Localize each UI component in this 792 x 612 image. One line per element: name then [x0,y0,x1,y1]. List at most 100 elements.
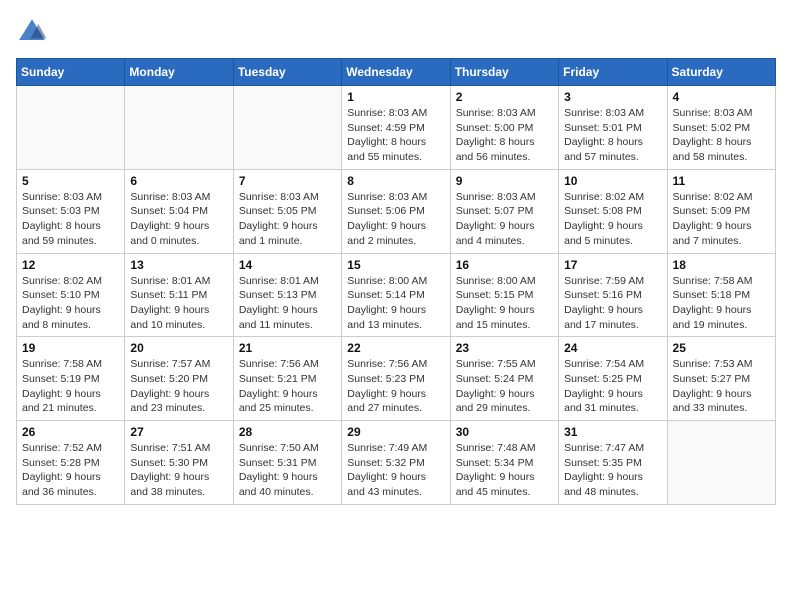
calendar-cell: 9 Sunrise: 8:03 AM Sunset: 5:07 PM Daylig… [450,169,558,253]
day-number: 31 [564,425,661,439]
day-info: Sunrise: 8:03 AM Sunset: 4:59 PM Dayligh… [347,106,444,165]
calendar-cell [17,86,125,170]
day-number: 16 [456,258,553,272]
calendar-cell: 29Sunrise: 7:49 AM Sunset: 5:32 PM Dayli… [342,421,450,505]
weekday-header-thursday: Thursday [450,59,558,86]
calendar-cell: 25 Sunrise: 7:53 AM Sunset: 5:27 PM Dayli… [667,337,775,421]
weekday-header-tuesday: Tuesday [233,59,341,86]
calendar-cell: 3 Sunrise: 8:03 AM Sunset: 5:01 PM Daylig… [559,86,667,170]
day-number: 25 [673,341,770,355]
day-number: 6 [130,174,227,188]
day-info: Sunrise: 8:03 AM Sunset: 5:01 PM Dayligh… [564,106,661,165]
day-info: Sunrise: 7:58 AM Sunset: 5:18 PM Dayligh… [673,274,770,333]
day-number: 22 [347,341,444,355]
day-number: 13 [130,258,227,272]
day-info: Sunrise: 8:02 AM Sunset: 5:09 PM Dayligh… [673,190,770,249]
calendar-cell: 13 Sunrise: 8:01 AM Sunset: 5:11 PM Dayli… [125,253,233,337]
day-number: 24 [564,341,661,355]
weekday-header-monday: Monday [125,59,233,86]
calendar-week-row: 5Sunrise: 8:03 AM Sunset: 5:03 PM Daylig… [17,169,776,253]
day-info: Sunrise: 8:02 AM Sunset: 5:08 PM Dayligh… [564,190,661,249]
calendar-table: SundayMondayTuesdayWednesdayThursdayFrid… [16,58,776,505]
calendar-cell: 4Sunrise: 8:03 AM Sunset: 5:02 PM Daylig… [667,86,775,170]
day-number: 8 [347,174,444,188]
calendar-cell: 11 Sunrise: 8:02 AM Sunset: 5:09 PM Dayli… [667,169,775,253]
calendar-cell: 2 Sunrise: 8:03 AM Sunset: 5:00 PM Daylig… [450,86,558,170]
day-number: 2 [456,90,553,104]
day-info: Sunrise: 7:50 AM Sunset: 5:31 PM Dayligh… [239,441,336,500]
calendar-cell: 20 Sunrise: 7:57 AM Sunset: 5:20 PM Dayli… [125,337,233,421]
day-info: Sunrise: 8:03 AM Sunset: 5:07 PM Dayligh… [456,190,553,249]
day-info: Sunrise: 7:52 AM Sunset: 5:28 PM Dayligh… [22,441,119,500]
calendar-cell: 8 Sunrise: 8:03 AM Sunset: 5:06 PM Daylig… [342,169,450,253]
day-info: Sunrise: 8:01 AM Sunset: 5:11 PM Dayligh… [130,274,227,333]
day-number: 9 [456,174,553,188]
day-info: Sunrise: 7:56 AM Sunset: 5:23 PM Dayligh… [347,357,444,416]
calendar-cell: 6 Sunrise: 8:03 AM Sunset: 5:04 PM Daylig… [125,169,233,253]
calendar-cell: 5Sunrise: 8:03 AM Sunset: 5:03 PM Daylig… [17,169,125,253]
day-info: Sunrise: 7:47 AM Sunset: 5:35 PM Dayligh… [564,441,661,500]
day-info: Sunrise: 8:03 AM Sunset: 5:02 PM Dayligh… [673,106,770,165]
day-number: 18 [673,258,770,272]
calendar-cell: 21 Sunrise: 7:56 AM Sunset: 5:21 PM Dayli… [233,337,341,421]
day-number: 1 [347,90,444,104]
calendar-week-row: 19 Sunrise: 7:58 AM Sunset: 5:19 PM Dayli… [17,337,776,421]
calendar-cell: 22 Sunrise: 7:56 AM Sunset: 5:23 PM Dayli… [342,337,450,421]
calendar-week-row: 12 Sunrise: 8:02 AM Sunset: 5:10 PM Dayli… [17,253,776,337]
calendar-week-row: 26 Sunrise: 7:52 AM Sunset: 5:28 PM Dayli… [17,421,776,505]
calendar-cell: 24Sunrise: 7:54 AM Sunset: 5:25 PM Dayli… [559,337,667,421]
page-header [16,16,776,48]
day-info: Sunrise: 8:03 AM Sunset: 5:05 PM Dayligh… [239,190,336,249]
calendar-cell [125,86,233,170]
calendar-cell: 18 Sunrise: 7:58 AM Sunset: 5:18 PM Dayli… [667,253,775,337]
calendar-cell: 10 Sunrise: 8:02 AM Sunset: 5:08 PM Dayli… [559,169,667,253]
day-info: Sunrise: 8:00 AM Sunset: 5:15 PM Dayligh… [456,274,553,333]
day-info: Sunrise: 7:56 AM Sunset: 5:21 PM Dayligh… [239,357,336,416]
calendar-cell: 17 Sunrise: 7:59 AM Sunset: 5:16 PM Dayli… [559,253,667,337]
day-number: 5 [22,174,119,188]
day-info: Sunrise: 7:55 AM Sunset: 5:24 PM Dayligh… [456,357,553,416]
day-info: Sunrise: 8:01 AM Sunset: 5:13 PM Dayligh… [239,274,336,333]
day-number: 26 [22,425,119,439]
day-info: Sunrise: 8:03 AM Sunset: 5:06 PM Dayligh… [347,190,444,249]
day-info: Sunrise: 7:57 AM Sunset: 5:20 PM Dayligh… [130,357,227,416]
day-number: 19 [22,341,119,355]
day-number: 28 [239,425,336,439]
calendar-cell: 1 Sunrise: 8:03 AM Sunset: 4:59 PM Daylig… [342,86,450,170]
calendar-cell: 23 Sunrise: 7:55 AM Sunset: 5:24 PM Dayli… [450,337,558,421]
day-number: 3 [564,90,661,104]
calendar-cell: 31 Sunrise: 7:47 AM Sunset: 5:35 PM Dayli… [559,421,667,505]
calendar-week-row: 1 Sunrise: 8:03 AM Sunset: 4:59 PM Daylig… [17,86,776,170]
day-number: 20 [130,341,227,355]
logo-icon [16,16,48,48]
day-info: Sunrise: 7:59 AM Sunset: 5:16 PM Dayligh… [564,274,661,333]
day-number: 7 [239,174,336,188]
day-info: Sunrise: 8:03 AM Sunset: 5:04 PM Dayligh… [130,190,227,249]
calendar-cell: 27Sunrise: 7:51 AM Sunset: 5:30 PM Dayli… [125,421,233,505]
calendar-cell: 16 Sunrise: 8:00 AM Sunset: 5:15 PM Dayli… [450,253,558,337]
weekday-header-wednesday: Wednesday [342,59,450,86]
calendar-cell: 7 Sunrise: 8:03 AM Sunset: 5:05 PM Daylig… [233,169,341,253]
calendar-cell: 30Sunrise: 7:48 AM Sunset: 5:34 PM Dayli… [450,421,558,505]
day-number: 10 [564,174,661,188]
day-number: 11 [673,174,770,188]
calendar-cell [233,86,341,170]
day-info: Sunrise: 7:58 AM Sunset: 5:19 PM Dayligh… [22,357,119,416]
day-number: 12 [22,258,119,272]
day-number: 23 [456,341,553,355]
day-info: Sunrise: 7:53 AM Sunset: 5:27 PM Dayligh… [673,357,770,416]
day-info: Sunrise: 8:03 AM Sunset: 5:00 PM Dayligh… [456,106,553,165]
calendar-cell: 28 Sunrise: 7:50 AM Sunset: 5:31 PM Dayli… [233,421,341,505]
day-info: Sunrise: 8:02 AM Sunset: 5:10 PM Dayligh… [22,274,119,333]
calendar-cell: 26 Sunrise: 7:52 AM Sunset: 5:28 PM Dayli… [17,421,125,505]
calendar-cell: 12 Sunrise: 8:02 AM Sunset: 5:10 PM Dayli… [17,253,125,337]
weekday-header-friday: Friday [559,59,667,86]
day-number: 17 [564,258,661,272]
calendar-cell: 15Sunrise: 8:00 AM Sunset: 5:14 PM Dayli… [342,253,450,337]
day-number: 27 [130,425,227,439]
day-number: 21 [239,341,336,355]
day-number: 30 [456,425,553,439]
logo [16,16,52,48]
calendar-header: SundayMondayTuesdayWednesdayThursdayFrid… [17,59,776,86]
calendar-cell: 19 Sunrise: 7:58 AM Sunset: 5:19 PM Dayli… [17,337,125,421]
